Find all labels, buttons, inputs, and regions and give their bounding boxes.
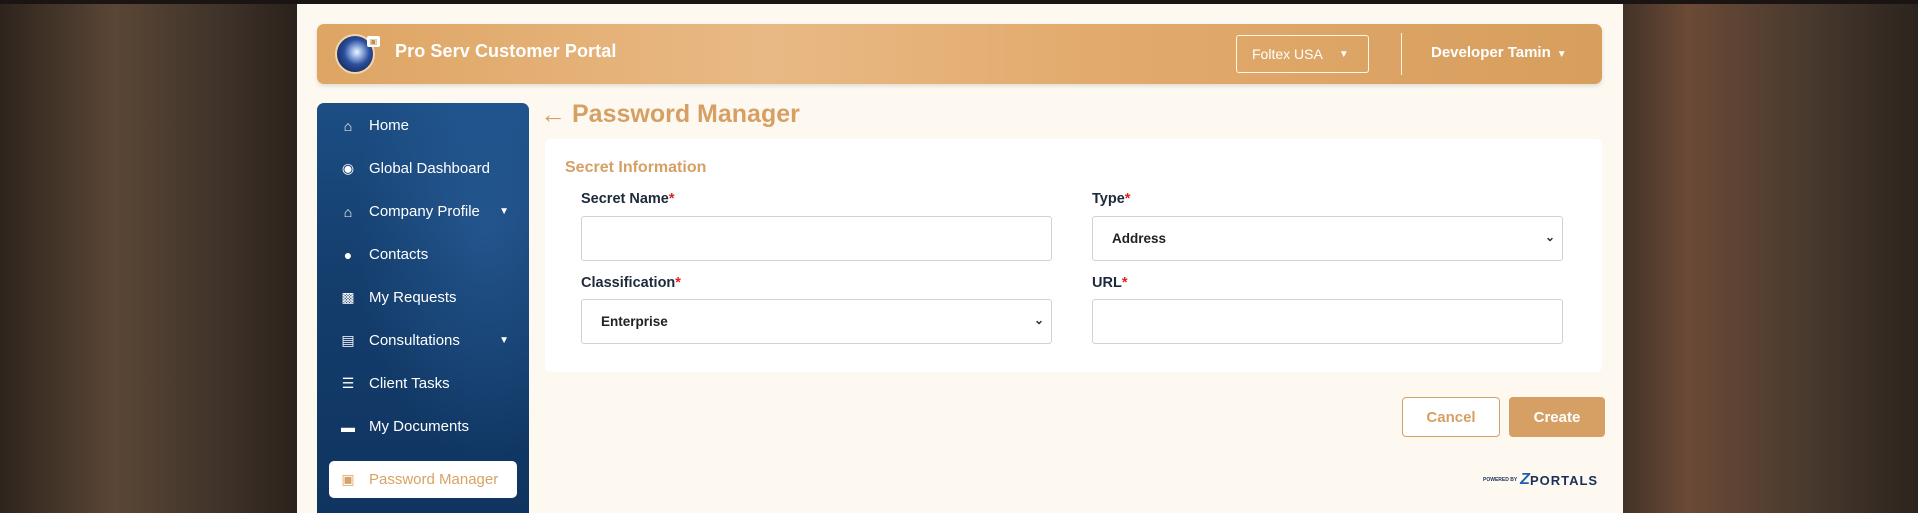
inbox-icon: ▩ — [341, 289, 355, 305]
sidebar-item-password-manager[interactable]: ▣ Password Manager — [329, 461, 517, 498]
sidebar-item-my-requests[interactable]: ▩ My Requests — [329, 279, 517, 316]
sidebar-item-label: Global Dashboard — [369, 160, 490, 177]
chevron-down-icon: ▼ — [1556, 49, 1567, 60]
url-label: URL* — [1092, 275, 1127, 291]
app-window: ▣ Pro Serv Customer Portal Foltex USA ▼ … — [297, 4, 1623, 513]
globe-icon: ◉ — [341, 160, 355, 176]
sidebar-item-contacts[interactable]: ● Contacts — [329, 236, 517, 273]
type-label-text: Type — [1092, 191, 1125, 207]
sidebar: ⌂ Home ◉ Global Dashboard ⌂ Company Prof… — [317, 103, 529, 513]
chevron-down-icon: ▼ — [499, 206, 509, 217]
user-menu[interactable]: Developer Tamin ▼ — [1431, 44, 1567, 61]
required-mark: * — [1121, 275, 1128, 291]
home-icon: ⌂ — [343, 117, 353, 134]
sidebar-item-client-tasks[interactable]: ☰ Client Tasks — [329, 365, 517, 402]
secret-name-label-text: Secret Name — [581, 191, 669, 207]
lock-icon: ▣ — [341, 471, 355, 487]
required-mark: * — [675, 275, 681, 291]
folder-icon: ▬ — [341, 418, 355, 435]
person-icon: ● — [343, 246, 353, 263]
sidebar-item-my-documents[interactable]: ▬ My Documents — [329, 408, 517, 445]
powered-by-text: POWERED BY — [1483, 477, 1518, 483]
company-selector[interactable]: Foltex USA ▼ — [1236, 35, 1369, 73]
classification-label-text: Classification — [581, 275, 676, 291]
sidebar-item-home[interactable]: ⌂ Home — [329, 107, 517, 144]
classification-select[interactable]: Enterprise ⌄ — [581, 299, 1052, 344]
create-button[interactable]: Create — [1509, 397, 1605, 437]
page-title-text: Password Manager — [572, 100, 800, 128]
chevron-down-icon: ⌄ — [1544, 230, 1555, 244]
secret-information-card: Secret Information Secret Name* Type* Ad… — [545, 139, 1602, 372]
house-icon: ⌂ — [343, 203, 353, 220]
header-divider — [1401, 33, 1402, 75]
type-select[interactable]: Address ⌄ — [1092, 216, 1563, 261]
url-label-text: URL — [1092, 275, 1122, 291]
company-selector-label: Foltex USA — [1252, 46, 1323, 62]
sidebar-item-label: Contacts — [369, 246, 429, 263]
type-label: Type* — [1092, 191, 1130, 207]
chevron-down-icon: ▼ — [499, 335, 509, 346]
brand-name: PORTALS — [1529, 472, 1599, 488]
back-arrow-icon[interactable]: ← — [540, 99, 566, 130]
sidebar-item-global-dashboard[interactable]: ◉ Global Dashboard — [329, 150, 517, 187]
sidebar-item-company-profile[interactable]: ⌂ Company Profile ▼ — [329, 193, 517, 230]
section-title: Secret Information — [565, 159, 707, 176]
url-input[interactable] — [1092, 299, 1563, 344]
cancel-button[interactable]: Cancel — [1402, 397, 1500, 437]
required-mark: * — [1124, 191, 1131, 207]
classification-select-value: Enterprise — [601, 314, 668, 329]
server-icon: ▤ — [341, 332, 355, 348]
chevron-down-icon: ⌄ — [1033, 313, 1044, 327]
classification-label: Classification* — [581, 275, 681, 291]
powered-by-logo: POWERED BY Z PORTALS — [1483, 471, 1598, 489]
page-title: ← Password Manager — [540, 99, 800, 130]
sidebar-item-label: My Requests — [369, 289, 457, 306]
sidebar-item-label: Password Manager — [369, 471, 499, 488]
secret-name-label: Secret Name* — [581, 191, 675, 207]
sidebar-item-consultations[interactable]: ▤ Consultations ▼ — [329, 322, 517, 359]
chevron-down-icon: ▼ — [1338, 48, 1349, 60]
type-select-value: Address — [1112, 231, 1167, 246]
user-name: Developer Tamin — [1431, 44, 1551, 61]
sidebar-item-label: My Documents — [369, 418, 470, 435]
checklist-icon: ☰ — [341, 375, 355, 391]
sidebar-item-label: Consultations — [369, 332, 460, 349]
z-logo-icon: Z — [1520, 471, 1530, 488]
sidebar-item-label: Company Profile — [369, 203, 480, 220]
portal-title: Pro Serv Customer Portal — [395, 41, 617, 61]
camera-icon: ▣ — [367, 36, 380, 47]
required-mark: * — [668, 191, 675, 207]
top-navbar: ▣ Pro Serv Customer Portal Foltex USA ▼ … — [317, 24, 1602, 84]
sidebar-item-label: Client Tasks — [369, 375, 450, 392]
secret-name-input[interactable] — [581, 216, 1052, 261]
sidebar-item-label: Home — [369, 117, 410, 134]
